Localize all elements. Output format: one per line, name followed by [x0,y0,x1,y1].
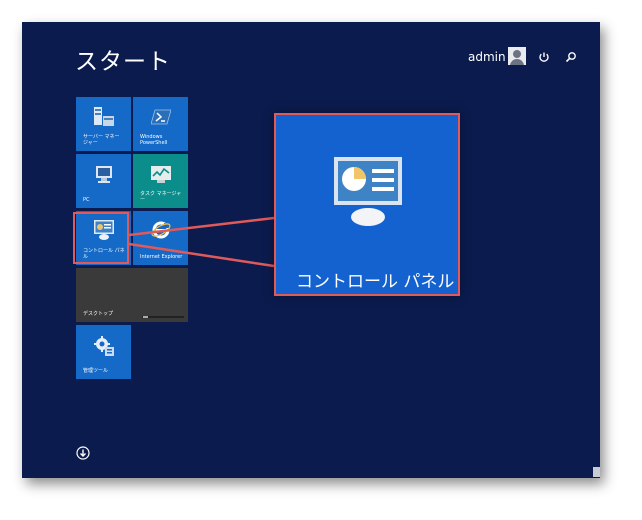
control-panel-zoom-callout: コントロール パネル [274,113,460,296]
control-panel-zoom-label: コントロール パネル [296,272,455,292]
start-screen: スタート admin サーバー マネー ジャー Windows PowerShe… [22,22,600,478]
corner-mark [593,467,600,477]
control-panel-icon [334,157,402,226]
down-arrow-circle-icon[interactable] [76,446,90,460]
